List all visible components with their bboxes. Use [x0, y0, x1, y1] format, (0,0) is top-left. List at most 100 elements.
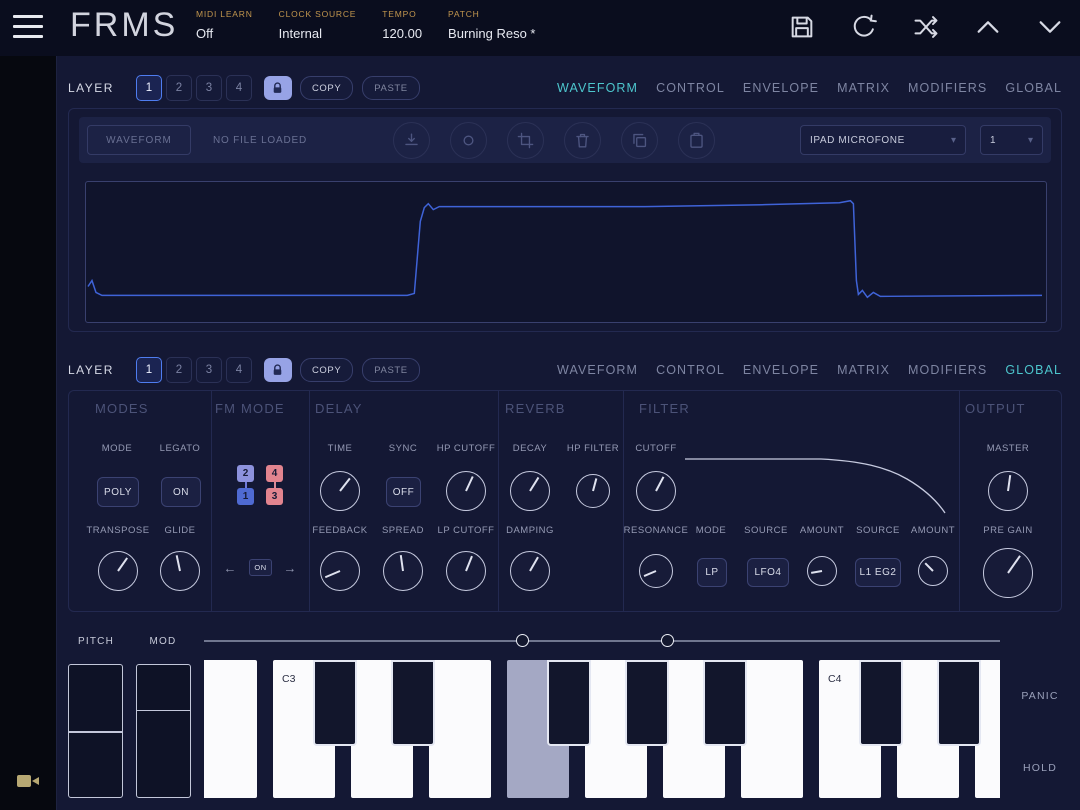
- key-label-c4: C4: [828, 673, 842, 685]
- keyboard-range-slider[interactable]: [204, 640, 1000, 642]
- copy-button[interactable]: COPY: [299, 358, 354, 382]
- fm-prev-arrow-icon[interactable]: ←: [224, 561, 237, 576]
- input-source-select[interactable]: IPAD MICROFONE ▾: [800, 125, 966, 155]
- black-key-dsharp3[interactable]: [391, 660, 435, 746]
- layer-3-button[interactable]: 3: [195, 357, 222, 383]
- filter-cutoff-knob[interactable]: [636, 471, 676, 511]
- record-button[interactable]: [450, 121, 487, 159]
- tab-global[interactable]: GLOBAL: [1005, 363, 1062, 377]
- filter-mode-button[interactable]: LP: [697, 558, 727, 587]
- menu-icon[interactable]: [13, 15, 43, 41]
- tempo-field[interactable]: TEMPO 120.00: [382, 9, 422, 41]
- crop-button[interactable]: [507, 121, 544, 159]
- legato-toggle-button[interactable]: ON: [161, 477, 201, 507]
- delay-hp-cutoff-knob[interactable]: [446, 471, 486, 511]
- fm-next-arrow-icon[interactable]: →: [284, 561, 297, 576]
- waveform-display[interactable]: [85, 181, 1047, 323]
- mod-wheel[interactable]: [136, 664, 191, 798]
- reverb-section-title: REVERB: [505, 401, 566, 416]
- black-key-asharp3[interactable]: [703, 660, 747, 746]
- delay-time-knob[interactable]: [320, 471, 360, 511]
- randomize-icon[interactable]: [912, 13, 940, 41]
- waveform-mode-button[interactable]: WAVEFORM: [87, 125, 191, 155]
- tab-modifiers[interactable]: MODIFIERS: [908, 363, 987, 377]
- midi-learn-field[interactable]: MIDI LEARN Off: [196, 9, 253, 41]
- delay-feedback-knob[interactable]: [320, 551, 360, 591]
- copy-sample-button[interactable]: [621, 121, 658, 159]
- save-icon[interactable]: [788, 13, 816, 41]
- filter-resonance-knob[interactable]: [639, 554, 673, 588]
- reverb-hp-filter-knob[interactable]: [576, 474, 610, 508]
- black-key-fsharp3[interactable]: [547, 660, 591, 746]
- white-key-e3[interactable]: [429, 660, 491, 798]
- paste-button[interactable]: PASTE: [362, 358, 420, 382]
- import-button[interactable]: [393, 121, 430, 159]
- output-master-label: MASTER: [986, 443, 1030, 454]
- layer-2-button[interactable]: 2: [165, 357, 192, 383]
- collapse-up-icon[interactable]: [974, 13, 1002, 41]
- hold-button[interactable]: HOLD: [1023, 762, 1057, 774]
- glide-knob[interactable]: [160, 551, 200, 591]
- white-key-b3[interactable]: [741, 660, 803, 798]
- input-channel-select[interactable]: 1 ▾: [980, 125, 1043, 155]
- tab-envelope[interactable]: ENVELOPE: [743, 363, 819, 377]
- filter-amount2-label: AMOUNT: [910, 525, 956, 536]
- reverb-decay-knob[interactable]: [510, 471, 550, 511]
- range-handle-left[interactable]: [516, 634, 529, 647]
- tab-control[interactable]: CONTROL: [656, 81, 725, 95]
- layer-lock-button[interactable]: [263, 76, 292, 100]
- paste-button[interactable]: PASTE: [362, 76, 420, 100]
- layer-4-button[interactable]: 4: [225, 357, 252, 383]
- tab-modifiers[interactable]: MODIFIERS: [908, 81, 987, 95]
- layer-1-button[interactable]: 1: [135, 357, 162, 383]
- fm-on-button[interactable]: ON: [249, 559, 272, 576]
- collapse-down-icon[interactable]: [1036, 13, 1064, 41]
- black-key-csharp3[interactable]: [313, 660, 357, 746]
- delay-spread-knob[interactable]: [383, 551, 423, 591]
- range-handle-right[interactable]: [661, 634, 674, 647]
- paste-sample-button[interactable]: [678, 121, 715, 159]
- black-key-gsharp3[interactable]: [625, 660, 669, 746]
- transpose-knob[interactable]: [98, 551, 138, 591]
- tab-waveform[interactable]: WAVEFORM: [557, 81, 638, 95]
- tab-global[interactable]: GLOBAL: [1005, 81, 1062, 95]
- filter-amount2-knob[interactable]: [918, 556, 948, 586]
- filter-amount1-knob[interactable]: [807, 556, 837, 586]
- reverb-damping-knob[interactable]: [510, 551, 550, 591]
- delay-lp-cutoff-knob[interactable]: [446, 551, 486, 591]
- delay-sync-button[interactable]: OFF: [386, 477, 421, 507]
- black-key-dsharp4[interactable]: [937, 660, 981, 746]
- copy-button[interactable]: COPY: [299, 76, 354, 100]
- layer-lock-button[interactable]: [263, 358, 292, 382]
- fm-operator-3[interactable]: 3: [266, 488, 283, 505]
- layer-3-button[interactable]: 3: [195, 75, 222, 101]
- fm-operator-2[interactable]: 2: [237, 465, 254, 482]
- layer-4-button[interactable]: 4: [225, 75, 252, 101]
- pitch-wheel[interactable]: [68, 664, 123, 798]
- delay-feedback-label: FEEDBACK: [312, 525, 368, 536]
- clock-source-field[interactable]: CLOCK SOURCE Internal: [279, 9, 357, 41]
- output-master-knob[interactable]: [988, 471, 1028, 511]
- tab-matrix[interactable]: MATRIX: [837, 81, 890, 95]
- output-pre-gain-knob[interactable]: [983, 548, 1033, 598]
- lock-icon: [274, 81, 282, 93]
- undo-icon[interactable]: [850, 13, 878, 41]
- layer-1-button[interactable]: 1: [135, 75, 162, 101]
- poly-mode-button[interactable]: POLY: [97, 477, 139, 507]
- filter-mode-label: MODE: [695, 525, 727, 536]
- fm-operator-1[interactable]: 1: [237, 488, 254, 505]
- tab-envelope[interactable]: ENVELOPE: [743, 81, 819, 95]
- black-key-csharp4[interactable]: [859, 660, 903, 746]
- filter-source1-button[interactable]: LFO4: [747, 558, 789, 587]
- panic-button[interactable]: PANIC: [1021, 690, 1058, 702]
- layer-2-button[interactable]: 2: [165, 75, 192, 101]
- tab-control[interactable]: CONTROL: [656, 363, 725, 377]
- white-key-b2[interactable]: [204, 660, 257, 798]
- fm-operator-4[interactable]: 4: [266, 465, 283, 482]
- tab-waveform[interactable]: WAVEFORM: [557, 363, 638, 377]
- tab-matrix[interactable]: MATRIX: [837, 363, 890, 377]
- patch-field[interactable]: PATCH Burning Reso *: [448, 9, 535, 41]
- video-camera-icon[interactable]: [16, 771, 40, 791]
- filter-source2-button[interactable]: L1 EG2: [855, 558, 901, 587]
- delete-button[interactable]: [564, 121, 601, 159]
